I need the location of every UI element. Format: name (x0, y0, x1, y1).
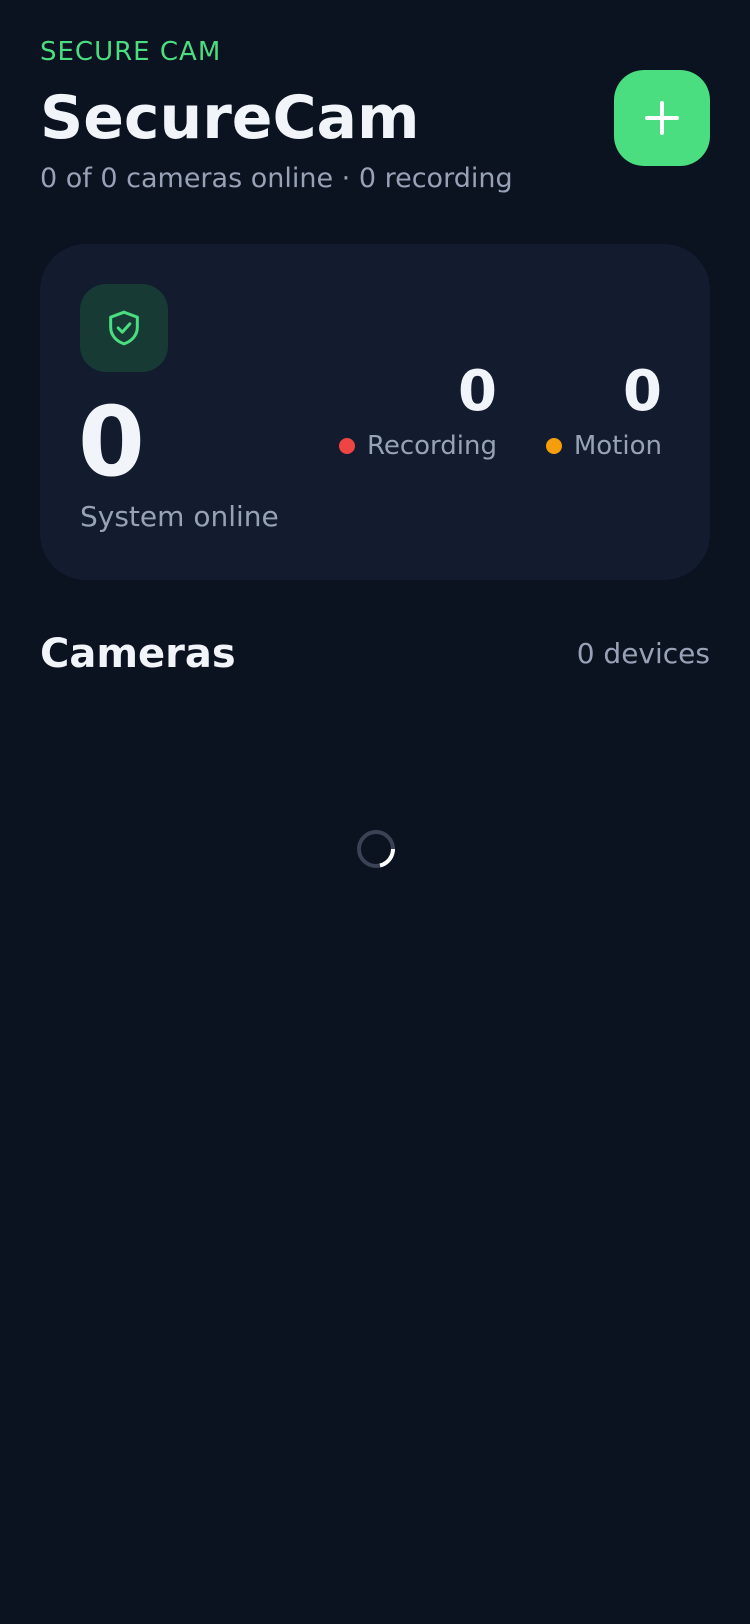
online-label: System online (80, 500, 279, 533)
motion-stat-label: Motion (545, 430, 662, 462)
cameras-title: Cameras (40, 631, 236, 677)
system-status-card: 0 System online 0 Recording 0 Motion (40, 244, 710, 580)
loading-spinner-icon (357, 830, 395, 868)
recording-label: Recording (366, 431, 497, 461)
app-eyebrow: SECURE CAM (40, 37, 222, 67)
app-screen: SECURE CAM SecureCam 0 of 0 cameras onli… (0, 0, 750, 1624)
recording-stat-label: Recording (338, 430, 497, 462)
recording-dot-icon (338, 438, 355, 454)
motion-label: Motion (573, 431, 662, 461)
motion-count: 0 (623, 359, 662, 424)
recording-stat: 0 Recording (338, 359, 497, 462)
add-camera-button[interactable] (614, 70, 710, 166)
shield-check-icon (109, 310, 139, 346)
status-summary: 0 of 0 cameras online · 0 recording (40, 163, 513, 194)
cameras-section-header: Cameras 0 devices (40, 630, 710, 678)
online-count: 0 (78, 386, 145, 498)
plus-icon (645, 101, 679, 135)
page-title: SecureCam (40, 83, 420, 153)
device-count: 0 devices (576, 637, 710, 670)
motion-dot-icon (545, 438, 562, 454)
motion-stat: 0 Motion (545, 359, 662, 462)
recording-count: 0 (458, 359, 497, 424)
header: SECURE CAM SecureCam 0 of 0 cameras onli… (40, 36, 710, 196)
shield-tile (80, 284, 168, 372)
